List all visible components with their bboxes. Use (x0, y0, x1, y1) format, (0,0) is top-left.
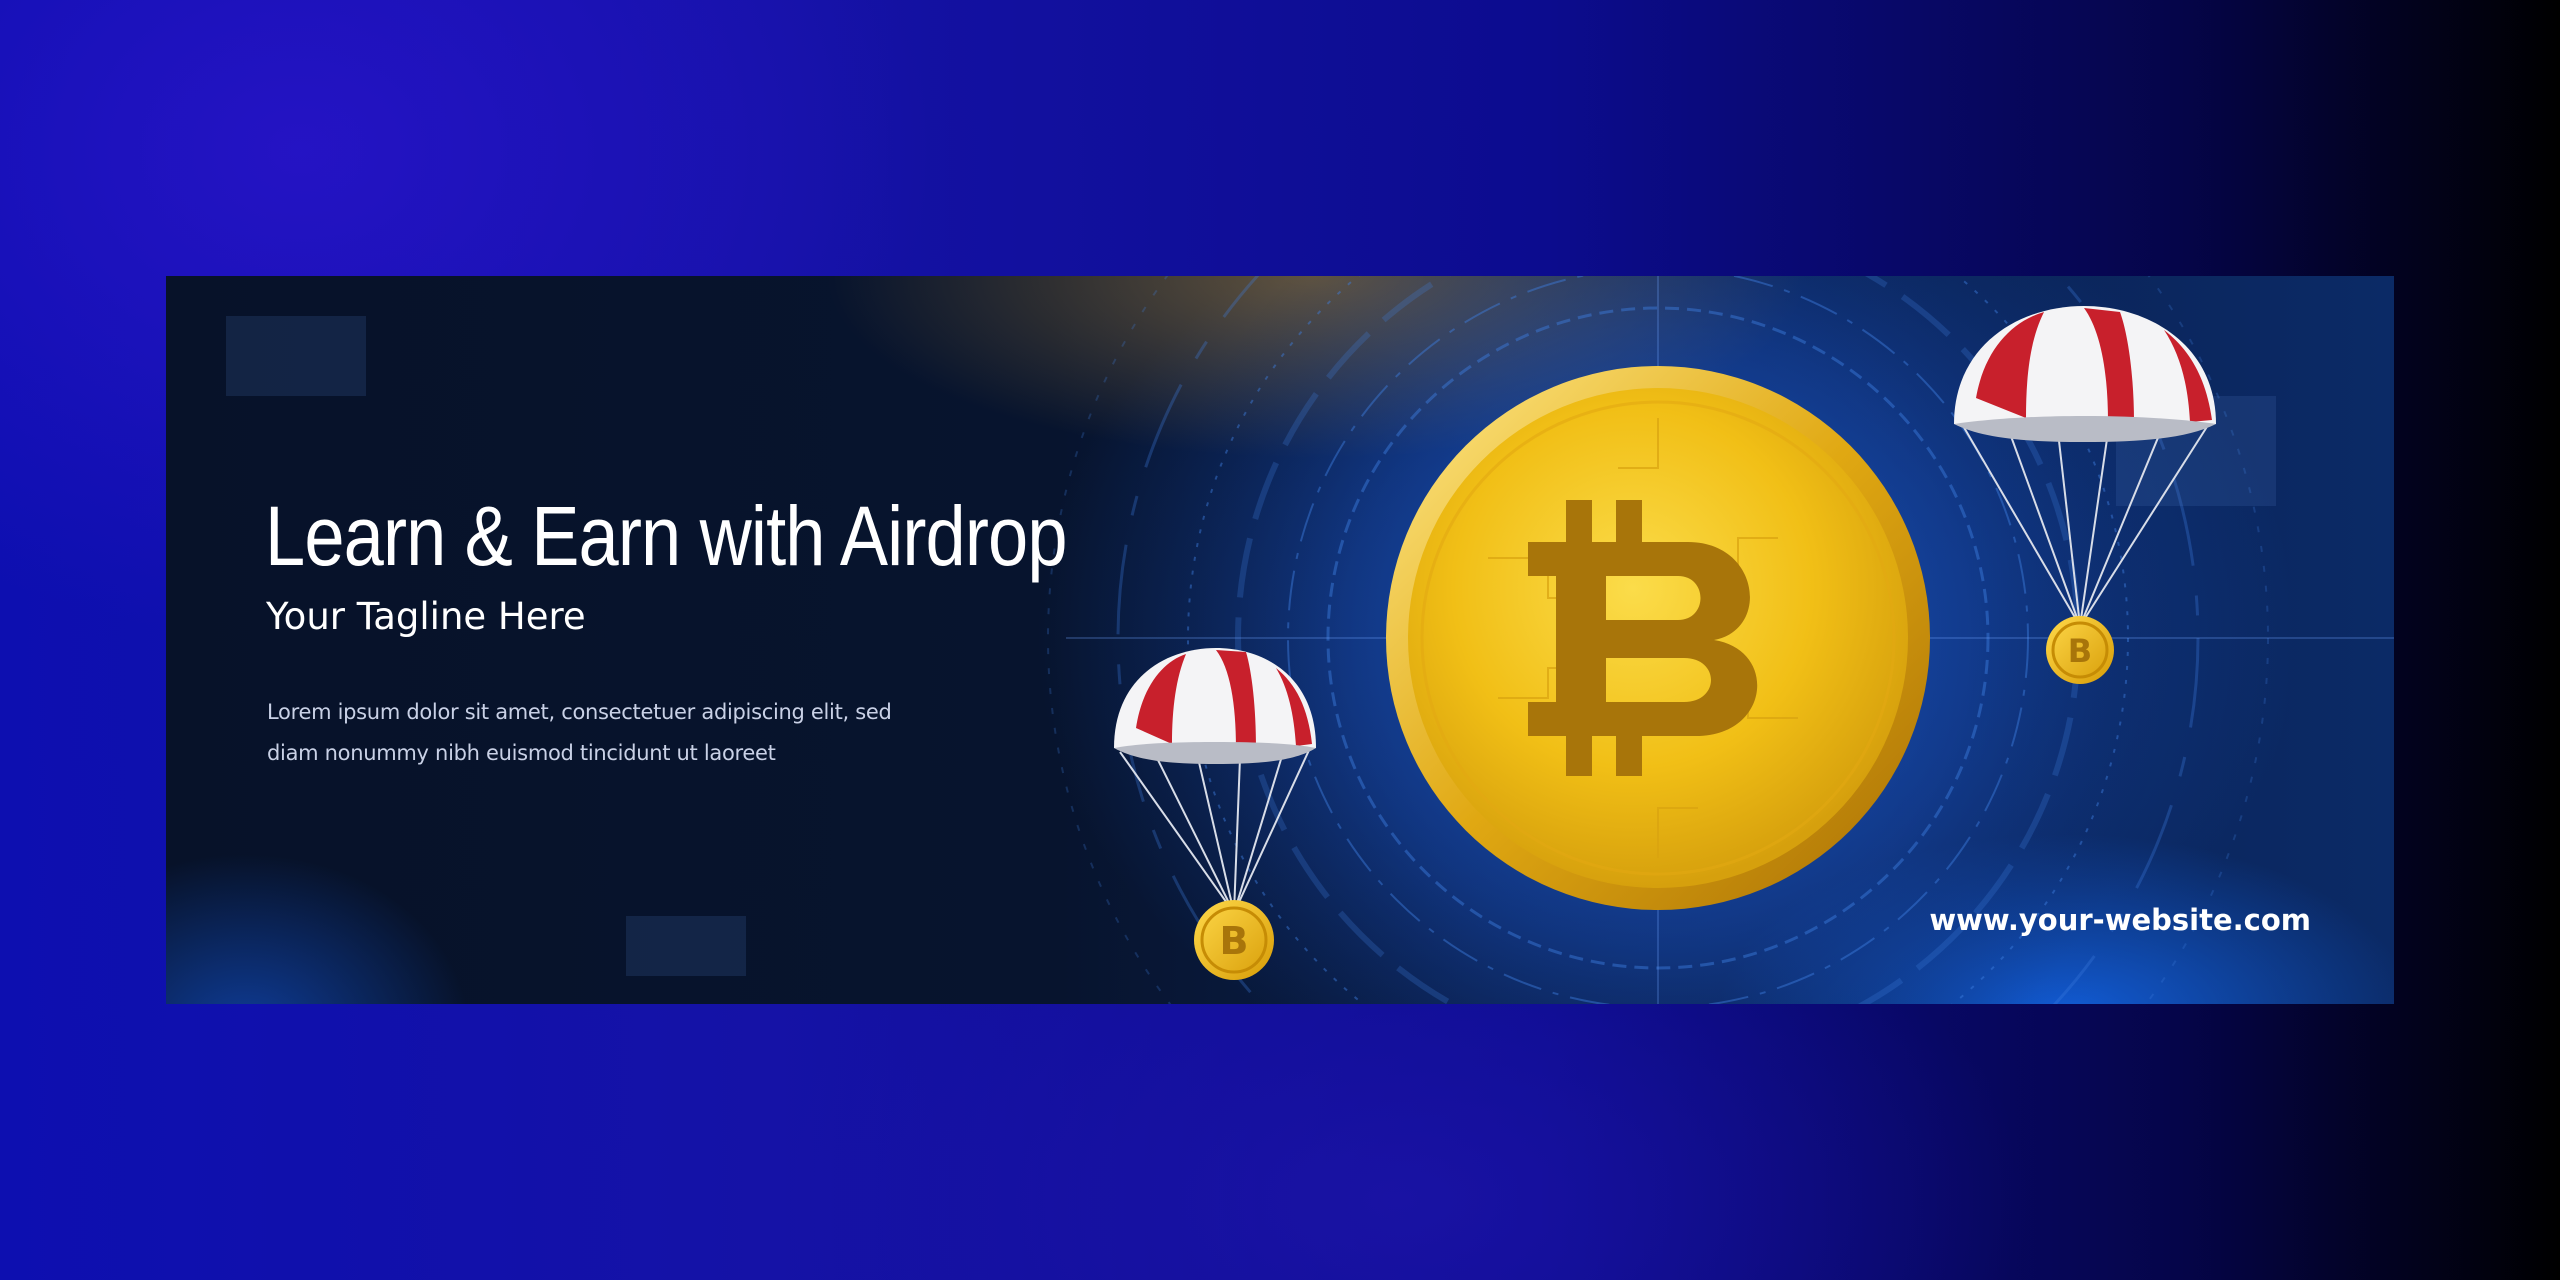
parachute-bitcoin-icon: B (1954, 306, 2216, 684)
banner-headline: Learn & Earn with Airdrop (265, 489, 1068, 583)
body-line: Lorem ipsum dolor sit amet, consectetuer… (267, 700, 892, 724)
bitcoin-coin-icon (1386, 366, 1930, 910)
banner-tagline: Your Tagline Here (266, 595, 586, 638)
banner-body-text: Lorem ipsum dolor sit amet, consectetuer… (267, 692, 987, 774)
airdrop-banner: B B Learn & Earn with Airdrop Your Tagli… (166, 276, 2394, 1004)
svg-text:B: B (1220, 919, 1249, 963)
svg-text:B: B (2068, 632, 2092, 670)
website-url: www.your-website.com (1929, 903, 2311, 937)
body-line: diam nonummy nibh euismod tincidunt ut l… (267, 741, 776, 765)
parachute-bitcoin-icon: B (1114, 648, 1316, 980)
